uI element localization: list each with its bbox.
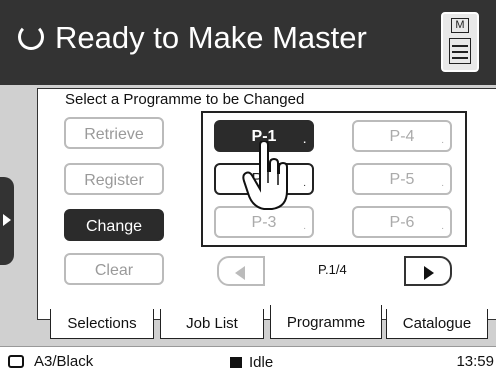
programme-button-p4[interactable]: P-4.	[352, 120, 452, 152]
header-bar: Ready to Make Master M	[0, 0, 496, 85]
triangle-left-icon	[235, 266, 245, 280]
registered-mark: .	[441, 135, 444, 146]
programme-label: P-3	[251, 214, 277, 231]
registered-mark: .	[303, 221, 306, 232]
triangle-right-icon	[424, 266, 434, 280]
registered-mark: .	[303, 135, 306, 146]
previous-page-button[interactable]	[217, 256, 265, 286]
registered-mark: .	[441, 178, 444, 189]
change-button[interactable]: Change	[64, 209, 164, 241]
programme-label: P-5	[389, 171, 415, 188]
registered-mark: .	[303, 178, 306, 189]
programme-label: P-4	[389, 128, 415, 145]
clock: 13:59	[456, 353, 494, 370]
programme-button-p6[interactable]: P-6.	[352, 206, 452, 238]
tab-selections[interactable]: Selections	[50, 309, 154, 339]
tab-programme[interactable]: Programme	[270, 305, 382, 339]
paper-drum-icon	[8, 355, 24, 368]
master-making-button[interactable]: M	[441, 12, 479, 72]
register-button[interactable]: Register	[64, 163, 164, 195]
programme-label: P-6	[389, 214, 415, 231]
paper-drum-status: A3/Black	[34, 353, 94, 370]
retrieve-button[interactable]: Retrieve	[64, 117, 164, 149]
programme-button-p5[interactable]: P-5.	[352, 163, 452, 195]
machine-state-icon	[230, 357, 242, 368]
side-panel-toggle[interactable]	[0, 177, 14, 265]
triangle-right-icon	[3, 214, 11, 226]
machine-state: Idle	[249, 354, 274, 371]
status-bar: A3/Black Idle 13:59	[0, 346, 496, 375]
next-page-button[interactable]	[404, 256, 452, 286]
master-letter: M	[451, 18, 469, 33]
master-making-icon	[449, 38, 471, 64]
tab-catalogue[interactable]: Catalogue	[386, 309, 488, 339]
pointing-hand-icon	[242, 141, 288, 210]
refresh-ring-icon	[18, 24, 44, 50]
page-indicator: P.1/4	[318, 262, 347, 277]
clear-button[interactable]: Clear	[64, 253, 164, 285]
page-title: Ready to Make Master	[55, 20, 367, 55]
tab-job-list[interactable]: Job List	[160, 309, 264, 339]
registered-mark: .	[441, 221, 444, 232]
panel-prompt: Select a Programme to be Changed	[65, 91, 305, 108]
